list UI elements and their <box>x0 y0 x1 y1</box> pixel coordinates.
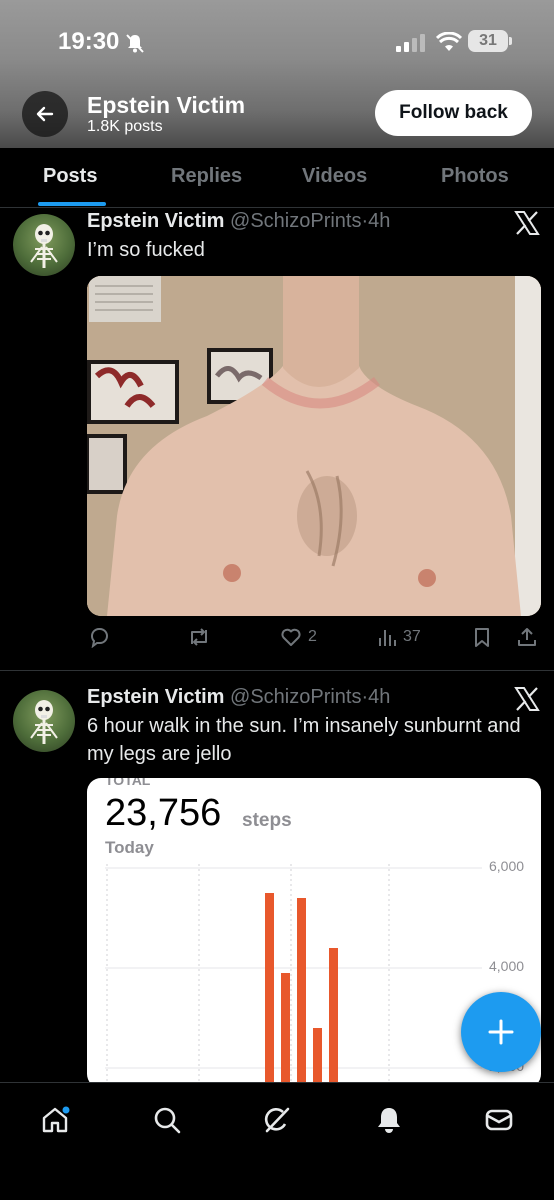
follow-back-button[interactable]: Follow back <box>375 90 532 136</box>
nav-search[interactable] <box>150 1103 184 1137</box>
signal-icon <box>396 34 426 57</box>
chart-bar <box>297 898 306 1088</box>
back-button[interactable] <box>22 91 68 137</box>
silent-mode-icon <box>124 32 146 59</box>
compose-button[interactable] <box>461 992 541 1072</box>
avatar[interactable] <box>13 214 75 276</box>
like-button[interactable]: 2 <box>280 626 317 648</box>
views-button[interactable]: 37 <box>377 626 421 648</box>
author-handle[interactable]: @SchizoPrints <box>230 686 361 708</box>
battery-tip <box>509 37 512 45</box>
tweet-divider <box>0 670 554 671</box>
bookmark-button[interactable] <box>472 626 492 648</box>
avatar[interactable] <box>13 690 75 752</box>
nav-notifications[interactable] <box>372 1103 406 1137</box>
author-name[interactable]: Epstein Victim <box>87 210 224 232</box>
tweet-author-line: Epstein Victim @SchizoPrints·4h <box>87 210 390 233</box>
messages-icon <box>485 1109 513 1131</box>
grok-icon <box>264 1107 290 1133</box>
tab-replies[interactable]: Replies <box>171 165 242 188</box>
skeleton-avatar-image <box>30 224 58 268</box>
share-icon <box>518 628 536 646</box>
nav-grok[interactable] <box>260 1103 294 1137</box>
tweet-actions: 2 37 <box>0 626 554 656</box>
home-icon <box>42 1106 70 1133</box>
profile-name: Epstein Victim <box>87 92 246 118</box>
nav-home[interactable] <box>38 1103 72 1137</box>
views-icon <box>379 630 396 646</box>
tweet-photo[interactable] <box>87 276 541 616</box>
repost-button[interactable] <box>187 626 211 648</box>
like-count: 2 <box>308 628 317 645</box>
nav-messages[interactable] <box>482 1103 516 1137</box>
wifi-icon <box>435 31 463 57</box>
share-button[interactable] <box>516 626 538 648</box>
plus-icon <box>488 1019 514 1045</box>
posts-count: 1.8K posts <box>87 118 163 135</box>
tweet-time[interactable]: 4h <box>368 210 390 232</box>
bottom-nav <box>0 1082 554 1200</box>
status-time: 19:30 <box>58 28 120 55</box>
chart-bar <box>313 1028 322 1088</box>
tweet-time[interactable]: 4h <box>368 686 390 708</box>
arrow-left-icon <box>36 106 54 122</box>
notifications-icon <box>378 1108 400 1133</box>
search-icon <box>154 1107 181 1134</box>
tweet-text: 6 hour walk in the sun. I’m insanely sun… <box>87 715 521 765</box>
heart-icon <box>281 628 301 646</box>
author-handle[interactable]: @SchizoPrints <box>230 210 361 232</box>
battery-icon: 31 <box>468 30 508 52</box>
tab-posts[interactable]: Posts <box>43 165 97 188</box>
tab-photos[interactable]: Photos <box>441 165 509 188</box>
tweet-text: I’m so fucked <box>87 239 205 261</box>
repost-icon <box>191 628 207 646</box>
reply-button[interactable] <box>88 626 110 648</box>
chart-bar <box>329 948 338 1088</box>
active-tab-indicator <box>38 202 106 206</box>
tweet-author-line: Epstein Victim @SchizoPrints·4h <box>87 686 390 709</box>
skeleton-avatar-image <box>30 700 58 744</box>
chart-bar <box>265 893 274 1088</box>
bookmark-icon <box>475 628 489 647</box>
chart-bar <box>281 973 290 1088</box>
author-name[interactable]: Epstein Victim <box>87 686 224 708</box>
profile-tabs: Posts Replies Videos Photos <box>0 148 554 208</box>
status-bar: 19:30 31 <box>0 28 554 58</box>
tab-videos[interactable]: Videos <box>302 165 367 188</box>
profile-header: 19:30 31 Epstein Victim 1.8K posts Follo… <box>0 0 554 148</box>
reply-icon <box>91 628 108 648</box>
view-count: 37 <box>403 628 421 645</box>
sunburn-photo-image <box>87 276 541 616</box>
